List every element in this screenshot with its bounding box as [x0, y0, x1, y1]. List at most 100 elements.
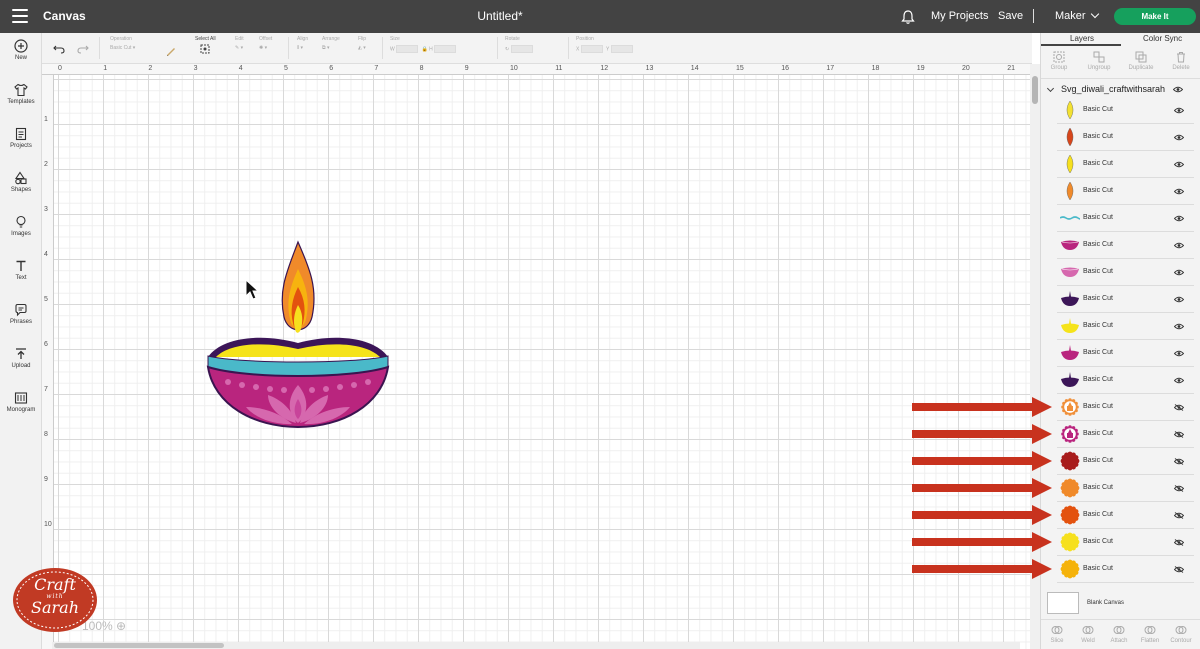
eye-icon[interactable]: [1174, 188, 1184, 195]
pen-icon[interactable]: [166, 46, 176, 56]
save-button[interactable]: Save: [998, 10, 1023, 22]
make-it-button[interactable]: Make It: [1114, 8, 1196, 25]
weld-label: Weld: [1081, 638, 1095, 644]
layer-row[interactable]: Basic Cut: [1057, 475, 1194, 502]
scrollbar-thumb[interactable]: [54, 643, 224, 648]
undo-icon[interactable]: [53, 44, 65, 54]
eye-icon[interactable]: [1174, 323, 1184, 330]
blank-canvas-swatch[interactable]: [1047, 592, 1079, 614]
layer-row[interactable]: Basic Cut: [1057, 448, 1194, 475]
eye-hidden-icon[interactable]: [1174, 431, 1184, 438]
sidebar-item-phrases[interactable]: Phrases: [0, 303, 42, 325]
layer-row[interactable]: Basic Cut: [1057, 151, 1194, 178]
position-label: Position: [576, 36, 594, 42]
offset-group[interactable]: Offset ✺ ▾: [259, 36, 272, 51]
layer-row[interactable]: Basic Cut: [1057, 421, 1194, 448]
scrollbar-thumb[interactable]: [1032, 76, 1038, 104]
eye-hidden-icon[interactable]: [1174, 485, 1184, 492]
ungroup-label: Ungroup: [1087, 65, 1111, 71]
arrange-label: Arrange: [322, 36, 340, 42]
position-fields[interactable]: X Y: [576, 45, 635, 53]
layer-row[interactable]: Basic Cut: [1057, 367, 1194, 394]
slice-button[interactable]: Slice: [1041, 624, 1073, 644]
eye-icon[interactable]: [1174, 107, 1184, 114]
select-all-group[interactable]: Select All: [195, 36, 216, 54]
contour-button[interactable]: Contour: [1165, 624, 1197, 644]
eye-icon[interactable]: [1174, 161, 1184, 168]
layer-row[interactable]: Basic Cut: [1057, 529, 1194, 556]
tab-layers[interactable]: Layers: [1070, 34, 1094, 43]
layer-row[interactable]: Basic Cut: [1057, 259, 1194, 286]
eye-hidden-icon[interactable]: [1174, 458, 1184, 465]
edit-label: Edit: [235, 36, 244, 42]
group-button[interactable]: Group: [1041, 51, 1077, 71]
arrange-group[interactable]: Arrange ⧉ ▾: [322, 36, 340, 51]
chevron-down-icon[interactable]: [1046, 84, 1055, 93]
layer-row[interactable]: Basic Cut: [1057, 556, 1194, 583]
layer-row[interactable]: Basic Cut: [1057, 178, 1194, 205]
my-projects-link[interactable]: My Projects: [931, 10, 988, 22]
layer-group-header[interactable]: Svg_diwali_craftwithsarah: [1041, 81, 1200, 97]
eye-icon[interactable]: [1173, 86, 1183, 93]
eye-icon[interactable]: [1174, 377, 1184, 384]
edit-group[interactable]: Edit ✎ ▾: [235, 36, 244, 51]
sidebar-item-upload[interactable]: Upload: [0, 347, 42, 369]
layer-row[interactable]: Basic Cut: [1057, 313, 1194, 340]
weld-button[interactable]: Weld: [1072, 624, 1104, 644]
eye-hidden-icon[interactable]: [1174, 404, 1184, 411]
bell-icon[interactable]: [901, 9, 915, 25]
layer-row[interactable]: Basic Cut: [1057, 394, 1194, 421]
rotate-field[interactable]: ↻: [505, 45, 535, 53]
layer-row[interactable]: Basic Cut: [1057, 502, 1194, 529]
flip-group[interactable]: Flip ◭ ▾: [358, 36, 366, 51]
delete-button[interactable]: Delete: [1163, 51, 1199, 71]
eye-hidden-icon[interactable]: [1174, 566, 1184, 573]
eye-icon[interactable]: [1174, 242, 1184, 249]
ungroup-button[interactable]: Ungroup: [1081, 51, 1117, 71]
rotate-group[interactable]: Rotate ↻: [505, 36, 535, 53]
sidebar-item-text[interactable]: Text: [0, 259, 42, 281]
layers-panel: Layers Color Sync Group Ungroup Duplicat…: [1040, 33, 1200, 649]
eye-icon[interactable]: [1174, 296, 1184, 303]
layer-row[interactable]: Basic Cut: [1057, 124, 1194, 151]
layer-row[interactable]: Basic Cut: [1057, 286, 1194, 313]
eye-icon[interactable]: [1174, 134, 1184, 141]
blank-canvas-row[interactable]: Blank Canvas: [1041, 588, 1200, 618]
sidebar-item-new[interactable]: New: [0, 39, 42, 61]
attach-button[interactable]: Attach: [1103, 624, 1135, 644]
layer-row[interactable]: Basic Cut: [1057, 205, 1194, 232]
sidebar-item-monogram[interactable]: Monogram: [0, 391, 42, 413]
operation-select[interactable]: Basic Cut ▾: [110, 45, 135, 51]
align-icon: ⫴ ▾: [297, 45, 303, 51]
redo-icon[interactable]: [77, 44, 89, 54]
document-title[interactable]: Untitled*: [0, 9, 1000, 23]
sidebar-item-images[interactable]: Images: [0, 215, 42, 237]
canvas-horizontal-scrollbar[interactable]: [52, 642, 1020, 649]
design-canvas[interactable]: 0 1 2 3 4 5 6 7 8 9 10 11 12 13 14 15 16 17 18 19 20 21 12345…: [42, 64, 1030, 649]
position-group[interactable]: Position X Y: [576, 36, 635, 53]
eye-hidden-icon[interactable]: [1174, 512, 1184, 519]
sidebar-item-templates[interactable]: Templates: [0, 83, 42, 105]
eye-hidden-icon[interactable]: [1174, 539, 1184, 546]
layer-row[interactable]: Basic Cut: [1057, 340, 1194, 367]
size-group[interactable]: Size W 🔒 H: [390, 36, 458, 53]
flatten-button[interactable]: Flatten: [1134, 624, 1166, 644]
sidebar-item-projects[interactable]: Projects: [0, 127, 42, 149]
red-arrow-icon: [912, 397, 1052, 417]
duplicate-button[interactable]: Duplicate: [1123, 51, 1159, 71]
machine-select[interactable]: Maker: [1055, 9, 1099, 22]
layer-row[interactable]: Basic Cut: [1057, 97, 1194, 124]
diya-lamp-design[interactable]: [202, 239, 402, 439]
tab-color-sync[interactable]: Color Sync: [1143, 34, 1182, 43]
canvas-grid[interactable]: [54, 75, 1030, 649]
layers-scrollbar[interactable]: [1193, 99, 1199, 585]
layer-row[interactable]: Basic Cut: [1057, 232, 1194, 259]
align-group[interactable]: Align ⫴ ▾: [297, 36, 308, 51]
size-fields[interactable]: W 🔒 H: [390, 45, 458, 53]
sidebar-item-shapes[interactable]: Shapes: [0, 171, 42, 193]
operation-group[interactable]: Operation Basic Cut ▾: [110, 36, 135, 51]
eye-icon[interactable]: [1174, 350, 1184, 357]
layer-name: Basic Cut: [1083, 403, 1113, 410]
eye-icon[interactable]: [1174, 269, 1184, 276]
eye-icon[interactable]: [1174, 215, 1184, 222]
